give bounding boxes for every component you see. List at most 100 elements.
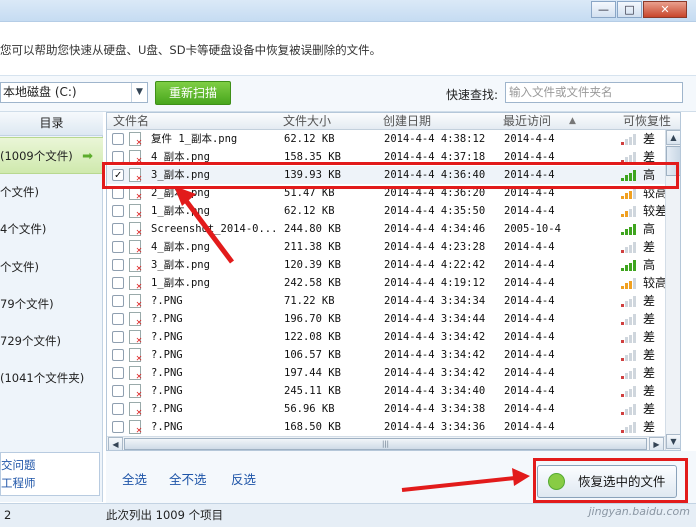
cell-name: ?.PNG — [151, 295, 183, 307]
scroll-left-icon[interactable]: ◀ — [108, 437, 123, 450]
sidebar-header: 目录 — [0, 112, 103, 136]
signal-strength-icon — [621, 314, 636, 325]
cell-accessed: 2014-4-4 — [504, 331, 555, 343]
table-row[interactable]: ✕ ?.PNG 122.08 KB 2014-4-4 3:34:42 2014-4-4 差 — [107, 328, 665, 346]
row-checkbox[interactable] — [112, 367, 124, 379]
drive-select[interactable]: 本地磁盘 (C:) ▼ — [0, 82, 148, 103]
row-checkbox[interactable] — [112, 349, 124, 361]
restore-button[interactable]: □ — [617, 1, 642, 18]
cell-created: 2014-4-4 4:38:12 — [384, 133, 486, 145]
sidebar-item[interactable]: 4个文件) — [0, 211, 103, 248]
cell-size: 62.12 KB — [284, 133, 335, 145]
help-link[interactable]: 交问题 工程师 — [0, 452, 100, 496]
row-checkbox[interactable] — [112, 205, 124, 217]
cell-name: ?.PNG — [151, 313, 183, 325]
cell-size: 197.44 KB — [284, 367, 341, 379]
row-checkbox[interactable] — [112, 277, 124, 289]
table-row[interactable]: ✕ 4_副本.png 211.38 KB 2014-4-4 4:23:28 2014-4… — [107, 238, 665, 256]
table-row[interactable]: ✕ 1_副本.png 62.12 KB 2014-4-4 4:35:50 2014-4-… — [107, 202, 667, 220]
minimize-button[interactable]: — — [591, 1, 616, 18]
table-row[interactable]: ✕ ?.PNG 245.11 KB 2014-4-4 3:34:40 2014-4-4 差 — [107, 382, 665, 400]
cell-size: 122.08 KB — [284, 331, 341, 343]
cell-created: 2014-4-4 4:19:12 — [384, 277, 486, 289]
cell-created: 2014-4-4 3:34:42 — [384, 349, 486, 361]
sidebar-item[interactable]: 个文件) — [0, 174, 103, 211]
column-name[interactable]: 文件名 — [113, 113, 149, 130]
table-row[interactable]: ✕ ?.PNG 197.44 KB 2014-4-4 3:34:42 2014-4-4 差 — [107, 364, 665, 382]
row-checkbox[interactable] — [112, 421, 124, 433]
hscroll-thumb[interactable]: ||| — [124, 438, 647, 450]
signal-strength-icon — [621, 404, 636, 415]
deleted-mark-icon: ✕ — [136, 335, 143, 346]
cell-accessed: 2014-4-4 — [504, 295, 555, 307]
sidebar-item[interactable]: 729个文件) — [0, 323, 103, 360]
column-created[interactable]: 创建日期 — [383, 113, 431, 130]
row-checkbox[interactable] — [112, 313, 124, 325]
sidebar-item-label: 个文件) — [0, 260, 39, 274]
chevron-down-icon[interactable]: ▼ — [131, 83, 147, 102]
cell-created: 2014-4-4 3:34:34 — [384, 295, 486, 307]
green-arrow-icon: ➡ — [82, 149, 93, 164]
table-row[interactable]: ✕ ?.PNG 106.57 KB 2014-4-4 3:34:42 2014-4-4 差 — [107, 346, 665, 364]
signal-strength-icon — [621, 296, 636, 307]
signal-strength-icon — [621, 368, 636, 379]
table-row[interactable]: ✕ ?.PNG 56.96 KB 2014-4-4 3:34:38 2014-4-4 差 — [107, 400, 665, 418]
row-checkbox[interactable] — [112, 133, 124, 145]
table-row[interactable]: ✕ Screenshot_2014-0... 244.80 KB 2014-4-4 4… — [107, 220, 665, 238]
row-checkbox[interactable] — [112, 385, 124, 397]
quick-search-input[interactable]: 输入文件或文件夹名 — [505, 82, 683, 103]
column-accessed[interactable]: 最近访问 — [503, 113, 551, 130]
row-checkbox[interactable] — [112, 259, 124, 271]
signal-strength-icon — [621, 422, 636, 433]
quick-search-label: 快速查找: — [446, 88, 499, 102]
scroll-down-icon[interactable]: ▼ — [666, 434, 680, 449]
close-button[interactable]: ✕ — [643, 1, 687, 18]
table-row[interactable]: ✕ 1_副本.png 242.58 KB 2014-4-4 4:19:12 2014-4… — [107, 274, 667, 292]
rescan-button[interactable]: 重新扫描 — [155, 81, 231, 105]
cell-accessed: 2014-4-4 — [504, 349, 555, 361]
cell-size: 242.58 KB — [284, 277, 341, 289]
help-line-1: 交问题 — [1, 458, 36, 472]
select-all-link[interactable]: 全选 — [122, 469, 147, 488]
table-row[interactable]: ✕ ?.PNG 168.50 KB 2014-4-4 3:34:36 2014-4-4 差 — [107, 418, 665, 436]
cell-accessed: 2014-4-4 — [504, 277, 555, 289]
cell-created: 2014-4-4 4:35:50 — [384, 205, 486, 217]
row-checkbox[interactable] — [112, 223, 124, 235]
row-checkbox[interactable] — [112, 403, 124, 415]
cell-accessed: 2014-4-4 — [504, 133, 555, 145]
cell-created: 2014-4-4 3:34:44 — [384, 313, 486, 325]
select-none-link[interactable]: 全不选 — [169, 469, 207, 488]
scroll-right-icon[interactable]: ▶ — [649, 437, 664, 450]
row-checkbox[interactable] — [112, 331, 124, 343]
cell-size: 62.12 KB — [284, 205, 335, 217]
deleted-mark-icon: ✕ — [136, 191, 143, 202]
sort-up-icon[interactable]: ▲ — [569, 113, 576, 130]
sidebar-item[interactable]: (1041个文件夹) — [0, 360, 103, 397]
scroll-up-icon[interactable]: ▲ — [666, 130, 680, 145]
invert-selection-link[interactable]: 反选 — [231, 469, 256, 488]
table-row[interactable]: ✕ ?.PNG 196.70 KB 2014-4-4 3:34:44 2014-4-4 差 — [107, 310, 665, 328]
horizontal-scrollbar[interactable]: ◀ ||| ▶ — [107, 436, 665, 450]
sidebar-item[interactable]: 个文件) — [0, 249, 103, 286]
cell-size: 120.39 KB — [284, 259, 341, 271]
cell-accessed: 2005-10-4 — [504, 223, 561, 235]
highlight-box-row — [102, 162, 679, 189]
cell-accessed: 2014-4-4 — [504, 313, 555, 325]
cell-created: 2014-4-4 4:23:28 — [384, 241, 486, 253]
sidebar-item[interactable]: 79个文件) — [0, 286, 103, 323]
cell-name: 复件 1_副本.png — [151, 133, 238, 145]
sidebar-item[interactable]: (1009个文件) ➡ — [0, 137, 103, 174]
column-recover[interactable]: 可恢复性 — [623, 113, 671, 130]
row-checkbox[interactable] — [112, 295, 124, 307]
cell-name: ?.PNG — [151, 349, 183, 361]
table-row[interactable]: ✕ 复件 1_副本.png 62.12 KB 2014-4-4 4:38:12 2014… — [107, 130, 665, 148]
table-row[interactable]: ✕ ?.PNG 71.22 KB 2014-4-4 3:34:34 2014-4-4 差 — [107, 292, 665, 310]
cell-size: 245.11 KB — [284, 385, 341, 397]
row-checkbox[interactable] — [112, 241, 124, 253]
table-row[interactable]: ✕ 3_副本.png 120.39 KB 2014-4-4 4:22:42 2014-4… — [107, 256, 665, 274]
column-header: 文件名 文件大小 创建日期 最近访问 ▲ 可恢复性 — [107, 113, 680, 130]
sidebar-item-label: (1041个文件夹) — [0, 371, 85, 385]
column-size[interactable]: 文件大小 — [283, 113, 331, 130]
cell-size: 211.38 KB — [284, 241, 341, 253]
deleted-mark-icon: ✕ — [136, 389, 143, 400]
